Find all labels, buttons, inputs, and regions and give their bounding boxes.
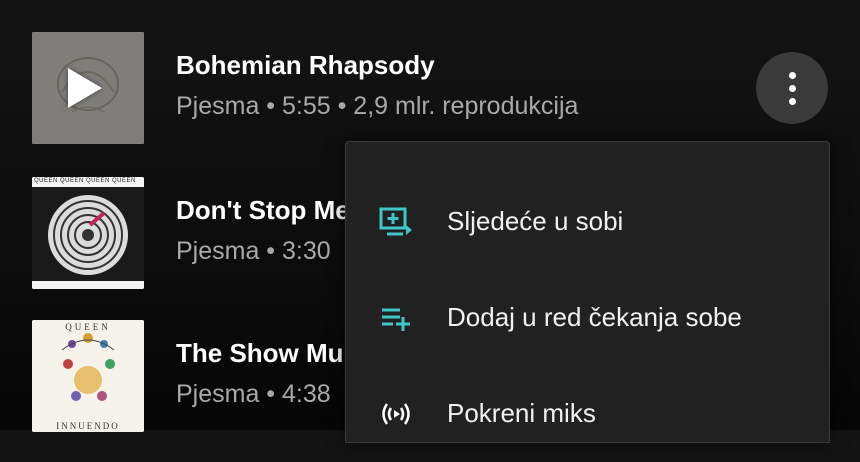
song-title[interactable]: The Show Mu <box>176 338 344 369</box>
innuendo-illustration-image <box>32 320 144 432</box>
album-art-innuendo[interactable]: QUEEN INNUENDO <box>32 320 144 432</box>
album-art-night-at-the-opera[interactable] <box>32 32 144 144</box>
song-meta: Pjesma • 5:55 • 2,9 mlr. reprodukcija <box>176 92 579 120</box>
radio-mix-icon <box>382 403 410 425</box>
play-icon[interactable] <box>68 68 102 108</box>
song-title[interactable]: Bohemian Rhapsody <box>176 50 435 81</box>
menu-item-label: Pokreni miks <box>447 398 596 428</box>
thumb-top-text: QUEEN <box>65 322 111 332</box>
menu-item-label: Dodaj u red čekanja sobe <box>447 302 742 332</box>
more-options-button[interactable] <box>756 52 828 124</box>
jazz-spiral-image <box>32 177 144 289</box>
album-art-jazz[interactable]: QUEEN QUEEN QUEEN QUEEN <box>32 177 144 289</box>
menu-item-start-mix[interactable]: Pokreni miks <box>346 366 829 462</box>
more-vert-icon <box>788 71 796 105</box>
song-row[interactable]: Bohemian Rhapsody Pjesma • 5:55 • 2,9 ml… <box>0 0 860 144</box>
song-meta: Pjesma • 4:38 <box>176 380 331 408</box>
menu-item-play-next-in-room[interactable]: Sljedeće u sobi <box>346 174 829 270</box>
add-to-queue-icon <box>382 308 410 331</box>
menu-item-label: Sljedeće u sobi <box>447 206 624 236</box>
thumb-text: QUEEN QUEEN QUEEN QUEEN <box>34 178 136 184</box>
menu-item-add-to-room-queue[interactable]: Dodaj u red čekanja sobe <box>346 270 829 366</box>
play-next-in-room-icon <box>379 207 412 236</box>
song-title[interactable]: Don't Stop Me <box>176 195 350 226</box>
context-menu: Sljedeće u sobi Dodaj u red čekanja sobe… <box>345 141 830 443</box>
song-meta: Pjesma • 3:30 <box>176 237 331 265</box>
